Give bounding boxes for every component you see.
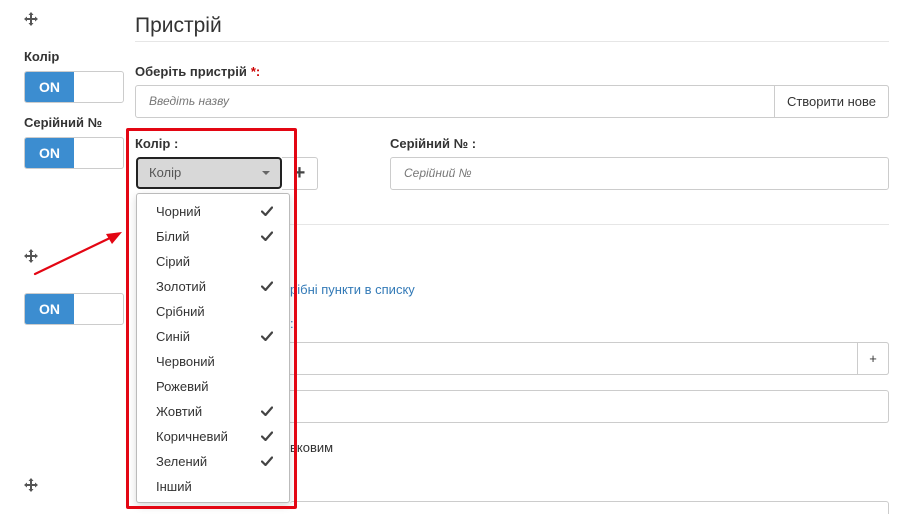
annotation-arrow-icon xyxy=(33,232,122,276)
obscured-input[interactable]: + xyxy=(290,342,889,375)
device-input-placeholder: Введіть назву xyxy=(149,94,229,108)
drag-handle-icon[interactable] xyxy=(24,12,38,26)
serial-toggle[interactable]: ON xyxy=(24,137,124,169)
sidebar-serial-label: Серійний № xyxy=(24,115,103,130)
required-mark: *: xyxy=(250,64,261,79)
section-title: Пристрій xyxy=(135,14,222,37)
device-label-text: Оберіть пристрій xyxy=(135,64,247,79)
device-field-label: Оберіть пристрій *: xyxy=(135,64,260,79)
serial-field-label: Серійний № : xyxy=(390,136,477,151)
serial-input[interactable]: Серійний № xyxy=(390,157,889,190)
divider xyxy=(290,224,889,225)
divider xyxy=(135,41,889,42)
create-new-button[interactable]: Створити нове xyxy=(773,85,889,118)
extra-toggle[interactable]: ON xyxy=(24,293,124,325)
device-search-input[interactable]: Введіть назву Створити нове xyxy=(135,85,889,118)
obscured-plus-button[interactable]: + xyxy=(857,342,889,375)
serial-input-placeholder: Серійний № xyxy=(404,166,472,180)
highlight-box xyxy=(126,128,297,509)
sidebar-color-label: Колір xyxy=(24,49,60,64)
drag-handle-icon[interactable] xyxy=(24,478,38,492)
obscured-input-2[interactable] xyxy=(290,390,889,423)
toggle-on-label: ON xyxy=(25,294,74,324)
list-items-link[interactable]: рібні пункти в списку xyxy=(290,282,415,297)
color-toggle[interactable]: ON xyxy=(24,71,124,103)
toggle-on-label: ON xyxy=(25,138,74,168)
obscured-input-3[interactable] xyxy=(290,501,889,514)
toggle-on-label: ON xyxy=(25,72,74,102)
